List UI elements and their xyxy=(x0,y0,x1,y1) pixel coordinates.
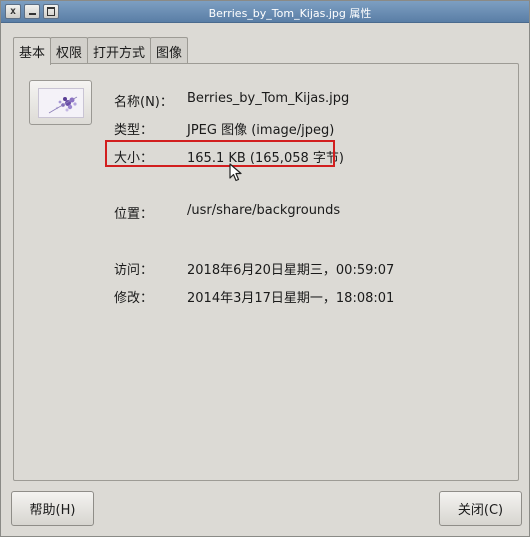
minimize-window-icon[interactable] xyxy=(24,4,40,19)
location-value: /usr/share/backgrounds xyxy=(187,203,341,218)
close-window-icon[interactable]: x xyxy=(5,4,21,19)
basic-panel: 名称(N)： Berries_by_Tom_Kijas.jpg 类型： JPEG… xyxy=(13,63,519,481)
tab-basic[interactable]: 基本 xyxy=(13,37,52,65)
mouse-pointer-icon xyxy=(229,163,243,186)
type-value: JPEG 图像 (image/jpeg) xyxy=(187,123,335,138)
location-label: 位置： xyxy=(114,207,154,222)
tab-image[interactable]: 图像 xyxy=(150,37,189,64)
tab-open-with[interactable]: 打开方式 xyxy=(87,37,152,64)
accessed-value: 2018年6月20日星期三，00:59:07 xyxy=(187,263,395,278)
help-button[interactable]: 帮助(H) xyxy=(11,491,94,526)
properties-dialog: x Berries_by_Tom_Kijas.jpg 属性 基本 权限 打开方式… xyxy=(0,0,530,537)
icon-button[interactable] xyxy=(29,80,92,125)
file-thumbnail-image xyxy=(37,87,84,118)
size-highlight-box xyxy=(105,140,335,167)
window-title: Berries_by_Tom_Kijas.jpg 属性 xyxy=(208,7,372,20)
type-label: 类型： xyxy=(114,123,154,138)
berries-thumbnail-icon xyxy=(38,88,83,117)
modified-label: 修改： xyxy=(114,291,154,306)
name-label: 名称(N)： xyxy=(114,95,173,110)
title-bar[interactable]: x Berries_by_Tom_Kijas.jpg 属性 xyxy=(1,1,529,23)
tab-permissions[interactable]: 权限 xyxy=(50,37,89,64)
accessed-label: 访问： xyxy=(114,263,154,278)
maximize-window-icon[interactable] xyxy=(43,4,59,19)
modified-value: 2014年3月17日星期一，18:08:01 xyxy=(187,291,395,306)
tab-bar: 基本 权限 打开方式 图像 xyxy=(13,37,189,65)
name-value: Berries_by_Tom_Kijas.jpg xyxy=(187,91,350,106)
close-button[interactable]: 关闭(C) xyxy=(439,491,522,526)
